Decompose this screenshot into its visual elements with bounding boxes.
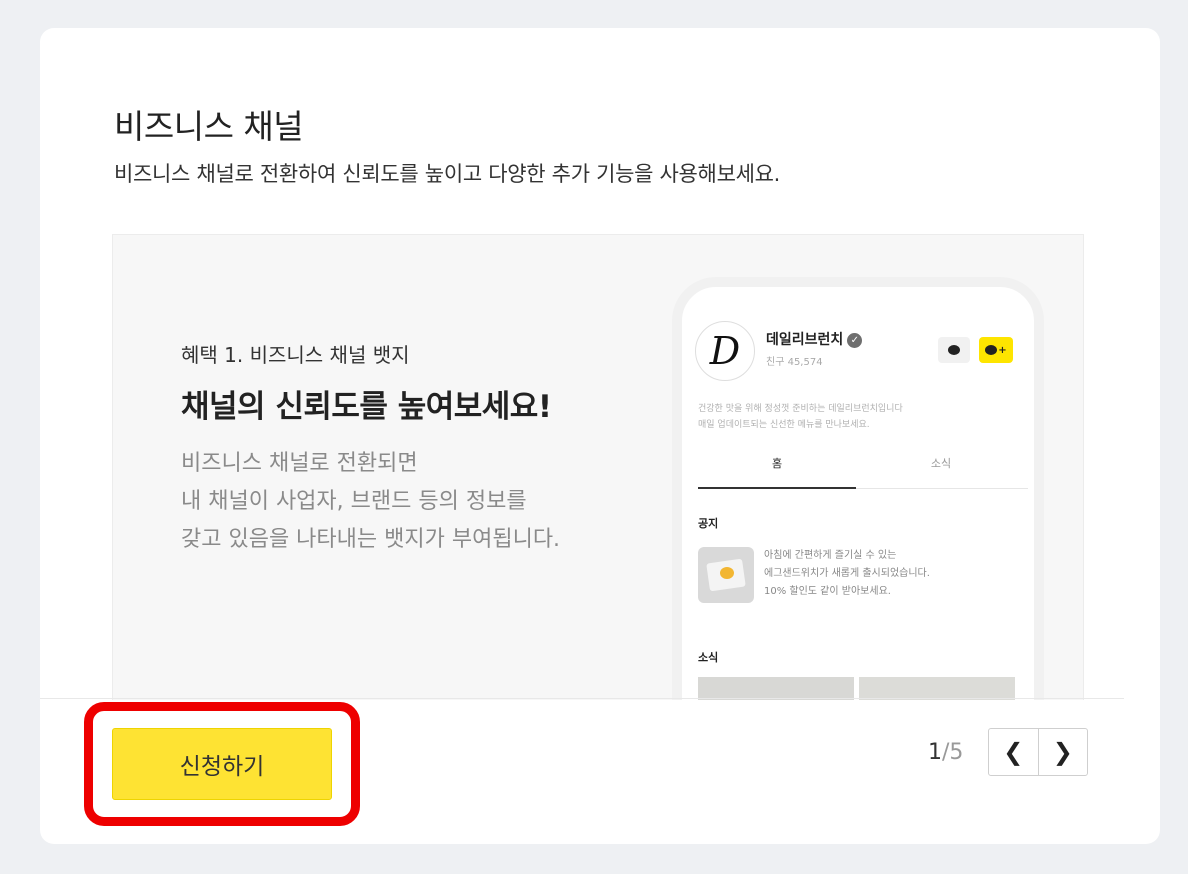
notice-text-line: 에그샌드위치가 새롭게 출시되었습니다.: [764, 568, 930, 579]
channel-name: 데일리브런치 ✓: [766, 329, 863, 349]
phone-mockup: D 데일리브런치 ✓ 친구 45,574 + 건강한 맛을 위해 정성껏 준비하는…: [672, 277, 1044, 700]
news-thumbnail: [859, 677, 1015, 700]
channel-name-text: 데일리브런치: [766, 332, 844, 348]
carousel-nav: ❮ ❯: [988, 728, 1088, 776]
notice-text-line: 아침에 간편하게 즐기실 수 있는: [764, 550, 897, 561]
add-friend-plus: +: [998, 344, 1007, 356]
page-title: 비즈니스 채널: [114, 107, 304, 146]
channel-description: 건강한 맛을 위해 정성껏 준비하는 데일리브런치입니다 매일 업데이트되는 신…: [698, 401, 903, 433]
benefit-description: 비즈니스 채널로 전환되면 내 채널이 사업자, 브랜드 등의 정보를 갖고 있…: [181, 445, 560, 559]
news-thumbnail: [698, 677, 854, 700]
chat-bubble-icon: [948, 345, 960, 355]
notice-thumbnail: [698, 547, 754, 603]
phone-tabs: 홈 소식: [698, 451, 1028, 489]
apply-button[interactable]: 신청하기: [112, 728, 332, 800]
page-current: 1: [928, 740, 942, 765]
page-total: 5: [949, 740, 964, 765]
benefit-label: 혜택 1. 비즈니스 채널 뱃지: [181, 343, 410, 367]
channel-description-line: 매일 업데이트되는 신선한 메뉴를 만나보세요.: [698, 420, 870, 430]
add-friend-button: +: [979, 337, 1013, 363]
benefit-description-line: 내 채널이 사업자, 브랜드 등의 정보를: [181, 489, 527, 514]
notice-text: 아침에 간편하게 즐기실 수 있는 에그샌드위치가 새롭게 출시되었습니다. 1…: [764, 547, 930, 601]
page-indicator: 1/5: [928, 740, 963, 765]
chat-button: [938, 337, 970, 363]
chevron-right-icon: ❯: [1052, 738, 1073, 766]
notice-label: 공지: [698, 517, 719, 530]
next-slide-button[interactable]: ❯: [1037, 729, 1088, 775]
chevron-left-icon: ❮: [1003, 738, 1024, 766]
verified-badge-icon: ✓: [847, 333, 863, 348]
channel-friends-count: 친구 45,574: [766, 357, 823, 368]
page-subtitle: 비즈니스 채널로 전환하여 신뢰도를 높이고 다양한 추가 기능을 사용해보세요…: [114, 162, 781, 186]
tab-home: 홈: [698, 451, 856, 489]
prev-slide-button[interactable]: ❮: [989, 729, 1038, 775]
notice-text-line: 10% 할인도 같이 받아보세요.: [764, 586, 891, 597]
benefit-description-line: 비즈니스 채널로 전환되면: [181, 451, 418, 476]
tab-news: 소식: [930, 457, 952, 470]
benefit-headline: 채널의 신뢰도를 높여보세요!: [181, 389, 552, 425]
channel-description-line: 건강한 맛을 위해 정성껏 준비하는 데일리브런치입니다: [698, 404, 903, 414]
footer-divider: [40, 698, 1124, 699]
news-label: 소식: [698, 651, 719, 664]
channel-logo: D: [695, 321, 755, 381]
add-friend-icon: [985, 345, 998, 355]
benefit-carousel-slide: 혜택 1. 비즈니스 채널 뱃지 채널의 신뢰도를 높여보세요! 비즈니스 채널…: [112, 234, 1084, 700]
benefit-description-line: 갖고 있음을 나타내는 뱃지가 부여됩니다.: [181, 527, 561, 552]
